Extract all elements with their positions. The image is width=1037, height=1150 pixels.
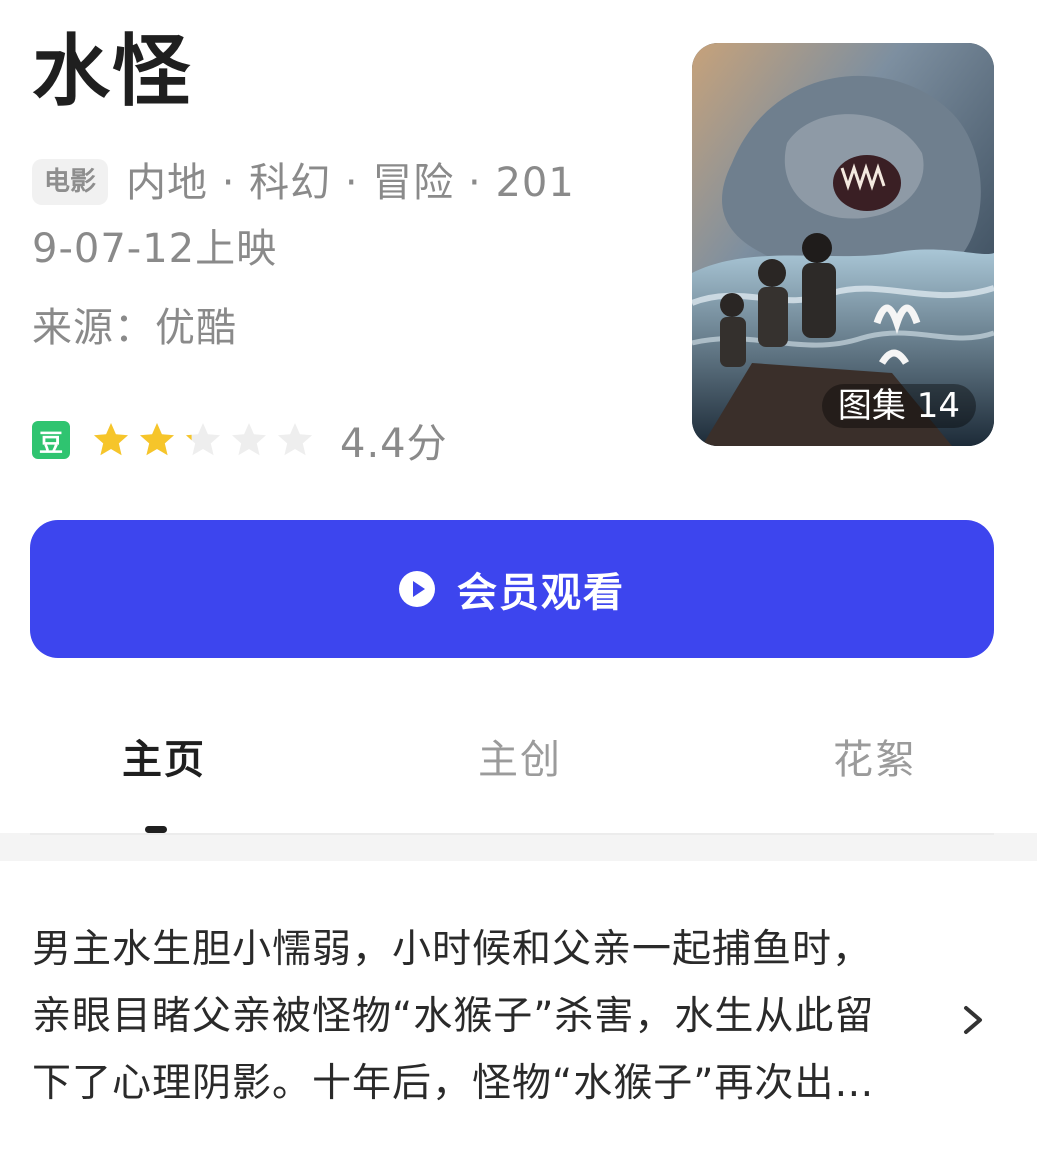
play-circle-icon	[399, 571, 435, 607]
member-watch-button[interactable]: 会员观看	[30, 520, 994, 658]
type-badge: 电影	[32, 159, 109, 205]
star-icon	[186, 423, 220, 456]
tab-divider-line	[30, 833, 994, 835]
meta-line-2: 9-07-12上映	[32, 226, 278, 272]
douban-icon: 豆	[32, 421, 70, 459]
star-icon	[232, 423, 266, 456]
active-tab-indicator	[145, 826, 167, 833]
synopsis-line-2: 亲眼目睹父亲被怪物“水猴子”杀害，水生从此留	[32, 994, 875, 1039]
star-rating	[92, 421, 322, 459]
movie-meta: 电影 内地 · 科幻 · 冒险 · 201 9-07-12上映	[32, 150, 642, 282]
synopsis-line-1: 男主水生胆小懦弱，小时候和父亲一起捕鱼时，	[32, 927, 873, 972]
meta-line-1: 内地 · 科幻 · 冒险 · 201	[126, 160, 575, 206]
source-label: 来源：优酷	[32, 305, 237, 351]
movie-title: 水怪	[32, 27, 193, 117]
synopsis[interactable]: 男主水生胆小懦弱，小时候和父亲一起捕鱼时， 亲眼目睹父亲被怪物“水猴子”杀害，水…	[32, 916, 912, 1117]
rating-row: 豆 4.4分	[32, 412, 448, 468]
tab-extras[interactable]: 花絮	[833, 732, 917, 788]
star-icon	[94, 423, 128, 456]
poster-image[interactable]: 图集 14	[692, 43, 994, 446]
tab-home[interactable]: 主页	[122, 732, 206, 788]
gallery-count-badge: 图集 14	[821, 384, 976, 428]
star-icon	[140, 423, 174, 456]
detail-tabs: 主页 主创 花絮	[0, 720, 1037, 830]
tab-creators[interactable]: 主创	[478, 732, 562, 788]
chevron-right-icon[interactable]	[958, 1000, 988, 1040]
member-watch-label: 会员观看	[457, 570, 625, 616]
synopsis-line-3: 下了心理阴影。十年后，怪物“水猴子”再次出…	[32, 1061, 875, 1106]
rating-score: 4.4分	[340, 421, 448, 467]
star-icon	[278, 423, 312, 456]
section-divider	[0, 833, 1037, 861]
